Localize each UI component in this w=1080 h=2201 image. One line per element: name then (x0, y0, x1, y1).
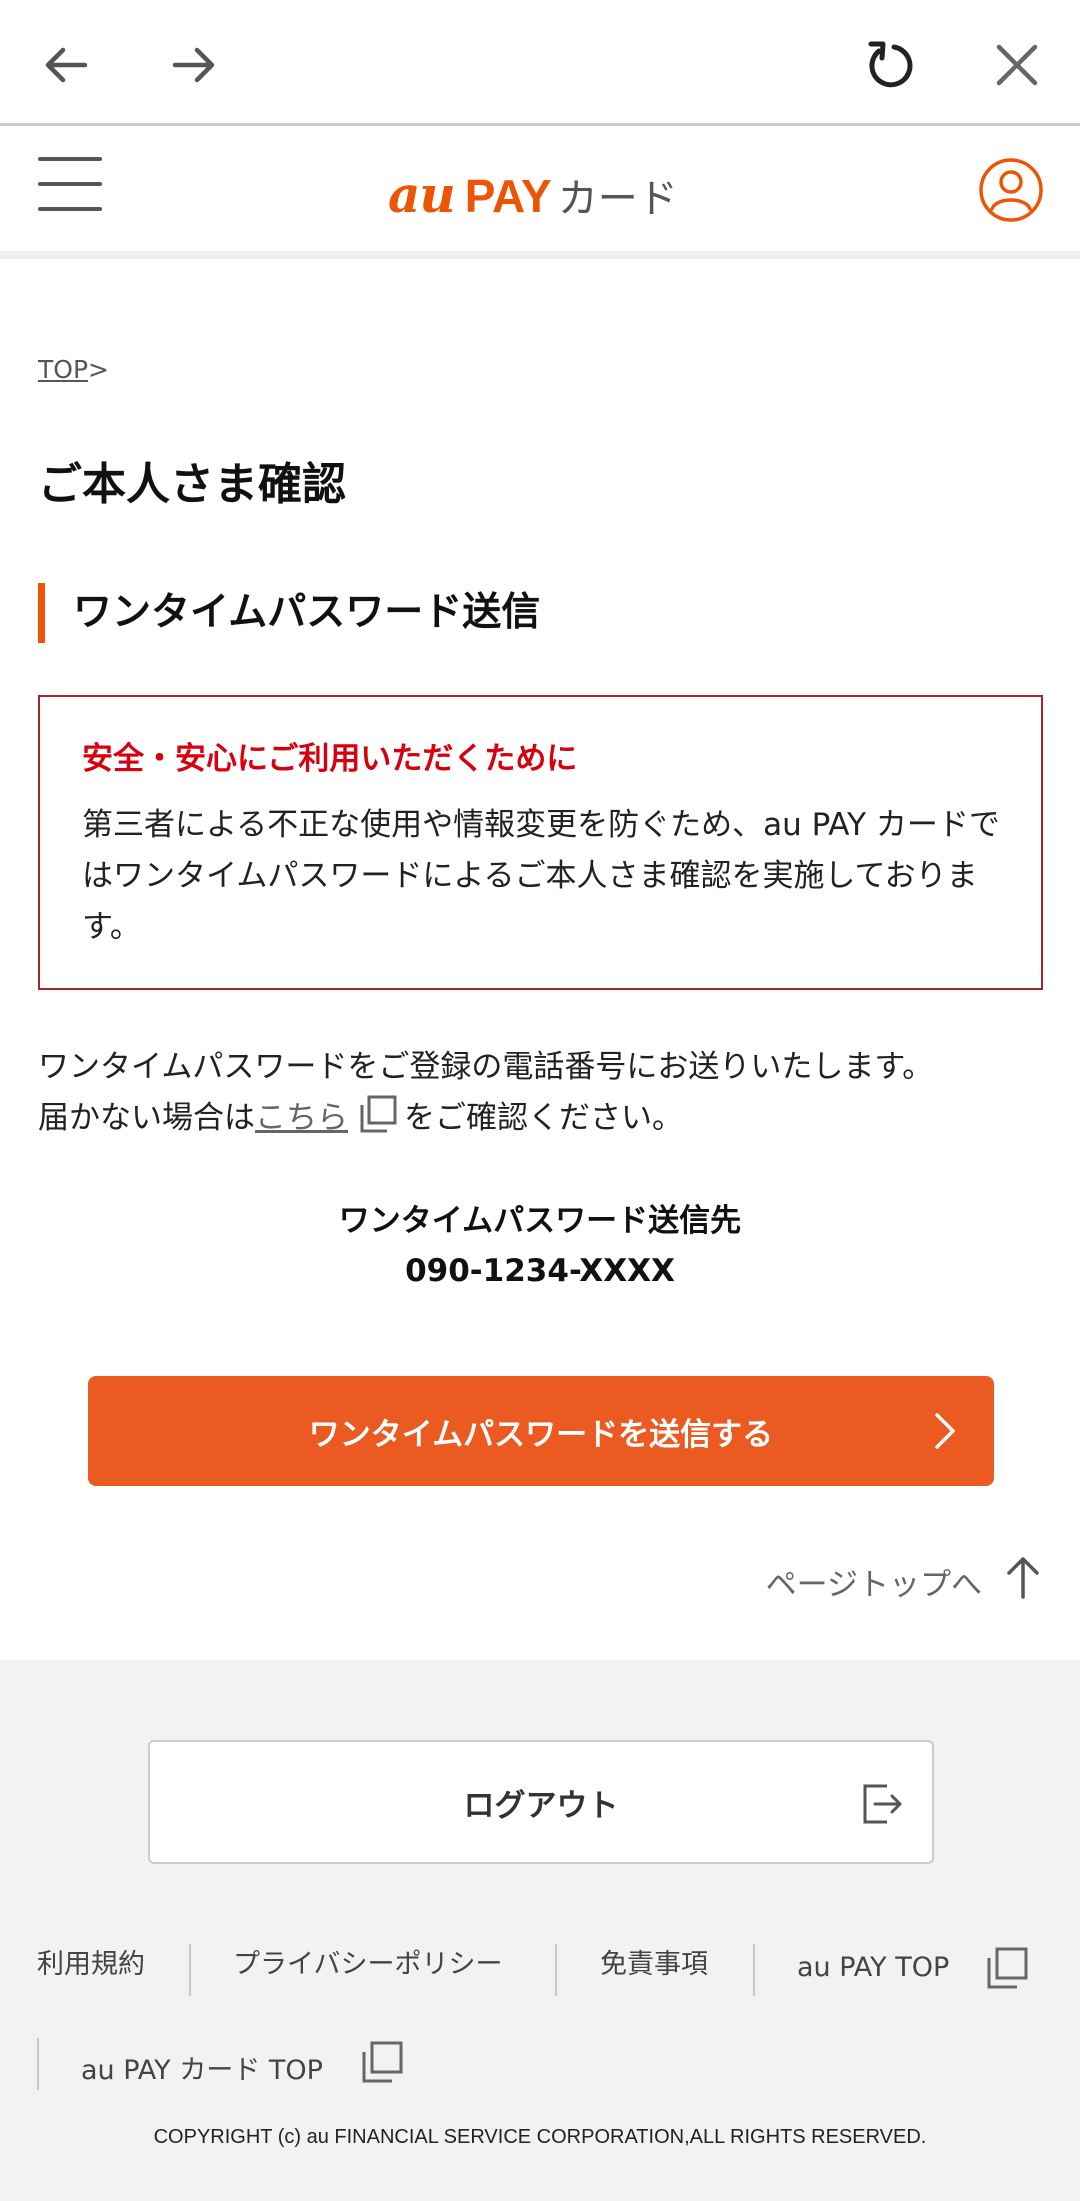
external-window-icon (358, 1094, 398, 1150)
section-title: ワンタイムパスワード送信 (38, 583, 540, 643)
breadcrumb-top-link[interactable]: TOP (38, 355, 88, 384)
footer-link-disclaimer[interactable]: 免責事項 (600, 1942, 708, 1981)
logo-au: au (388, 165, 456, 224)
external-window-icon (360, 2040, 404, 2088)
footer-link-au-pay-card-top[interactable]: au PAY カード TOP (81, 2048, 323, 2087)
logo-pay: PAY (464, 170, 552, 222)
reload-icon[interactable] (851, 27, 927, 103)
notice-body: 第三者による不正な使用や情報変更を防ぐため、au PAY カードではワンタイムパ… (82, 807, 1000, 945)
footer-link-au-pay-top[interactable]: au PAY TOP (797, 1952, 949, 1983)
otp-destination: ワンタイムパスワード送信先 090-1234-XXXX (0, 1196, 1080, 1296)
destination-label: ワンタイムパスワード送信先 (338, 1203, 742, 1239)
arrow-right-icon[interactable] (156, 27, 232, 103)
send-otp-button-label: ワンタイムパスワードを送信する (308, 1416, 774, 1453)
send-otp-button[interactable]: ワンタイムパスワードを送信する (88, 1376, 994, 1486)
footer: ログアウト 利用規約 プライバシーポリシー 免責事項 au PAY TOP au… (0, 1660, 1080, 2201)
info-line-2: 届かない場合はこちら をご確認ください。 (38, 1093, 1048, 1150)
logout-button-label: ログアウト (463, 1787, 619, 1824)
logout-icon (860, 1782, 904, 1834)
external-window-icon (985, 1946, 1029, 1994)
browser-toolbar (0, 0, 1080, 126)
arrow-left-icon[interactable] (28, 27, 104, 103)
hamburger-menu-icon[interactable] (38, 157, 102, 211)
info-line-2-prefix: 届かない場合は (38, 1100, 255, 1136)
site-header: au PAY カード (0, 129, 1080, 251)
notice-title: 安全・安心にご利用いただくために (82, 741, 578, 777)
footer-link-terms[interactable]: 利用規約 (37, 1942, 145, 1981)
page-title: ご本人さま確認 (38, 459, 346, 510)
copyright: COPYRIGHT (c) au FINANCIAL SERVICE CORPO… (153, 2126, 927, 2148)
page-top-label: ページトップへ (765, 1566, 982, 1603)
header-divider (0, 251, 1080, 259)
logout-button[interactable]: ログアウト (148, 1740, 934, 1864)
arrow-up-icon (1004, 1555, 1042, 1607)
chevron-right-icon (924, 1411, 964, 1451)
security-notice-box: 安全・安心にご利用いただくために 第三者による不正な使用や情報変更を防ぐため、a… (38, 695, 1043, 990)
user-account-icon[interactable] (978, 157, 1044, 223)
close-icon[interactable] (979, 27, 1055, 103)
footer-divider (753, 1944, 755, 1996)
destination-phone: 090-1234-XXXX (405, 1253, 675, 1289)
logo-card: カード (557, 176, 678, 222)
au-pay-card-logo[interactable]: au PAY カード (388, 165, 678, 225)
page-top-link[interactable]: ページトップへ (766, 1555, 1042, 1607)
otp-info-text: ワンタイムパスワードをご登録の電話番号にお送りいたします。 届かない場合はこちら… (38, 1042, 1048, 1150)
breadcrumb: TOP> (38, 355, 109, 384)
footer-link-privacy[interactable]: プライバシーポリシー (233, 1942, 502, 1981)
info-line-1: ワンタイムパスワードをご登録の電話番号にお送りいたします。 (38, 1049, 934, 1085)
info-line-2-suffix: をご確認ください。 (404, 1100, 683, 1136)
footer-divider (189, 1944, 191, 1996)
footer-divider (555, 1944, 557, 1996)
footer-divider (37, 2038, 39, 2090)
breadcrumb-separator: > (88, 355, 109, 384)
help-link[interactable]: こちら (255, 1100, 348, 1136)
